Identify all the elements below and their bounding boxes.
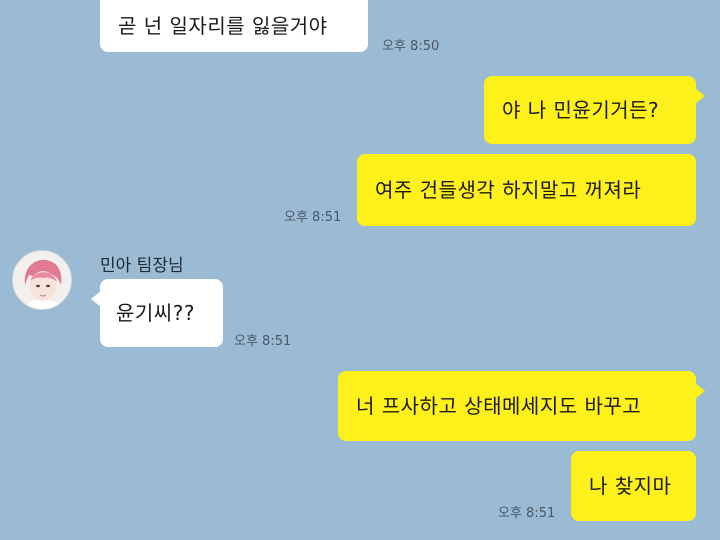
profile-photo-icon (13, 251, 71, 309)
message-timestamp: 오후 8:51 (498, 506, 556, 521)
message-timestamp: 오후 8:50 (382, 39, 440, 54)
message-text: 곧 넌 일자리를 잃을거야 (118, 14, 328, 38)
message-bubble-outgoing[interactable]: 나 찾지마 (571, 451, 696, 521)
message-text: 야 나 민윤기거든? (502, 98, 660, 122)
message-text: 나 찾지마 (589, 474, 672, 498)
message-bubble-incoming[interactable]: 윤기씨?? (91, 279, 223, 347)
message-timestamp: 오후 8:51 (284, 210, 342, 225)
message-bubble-incoming[interactable]: 곧 넌 일자리를 잃을거야 (100, 0, 368, 52)
message-text: 여주 건들생각 하지말고 꺼져라 (375, 178, 642, 202)
sender-name: 민아 팀장님 (100, 256, 184, 276)
message-bubble-outgoing[interactable]: 야 나 민윤기거든? (484, 76, 705, 144)
message-text: 윤기씨?? (116, 301, 195, 325)
avatar[interactable] (12, 250, 72, 310)
message-bubble-outgoing[interactable]: 너 프사하고 상태메세지도 바꾸고 (338, 371, 705, 441)
message-bubble-outgoing[interactable]: 여주 건들생각 하지말고 꺼져라 (357, 154, 696, 226)
message-timestamp: 오후 8:51 (234, 334, 292, 349)
message-text: 너 프사하고 상태메세지도 바꾸고 (356, 394, 642, 418)
